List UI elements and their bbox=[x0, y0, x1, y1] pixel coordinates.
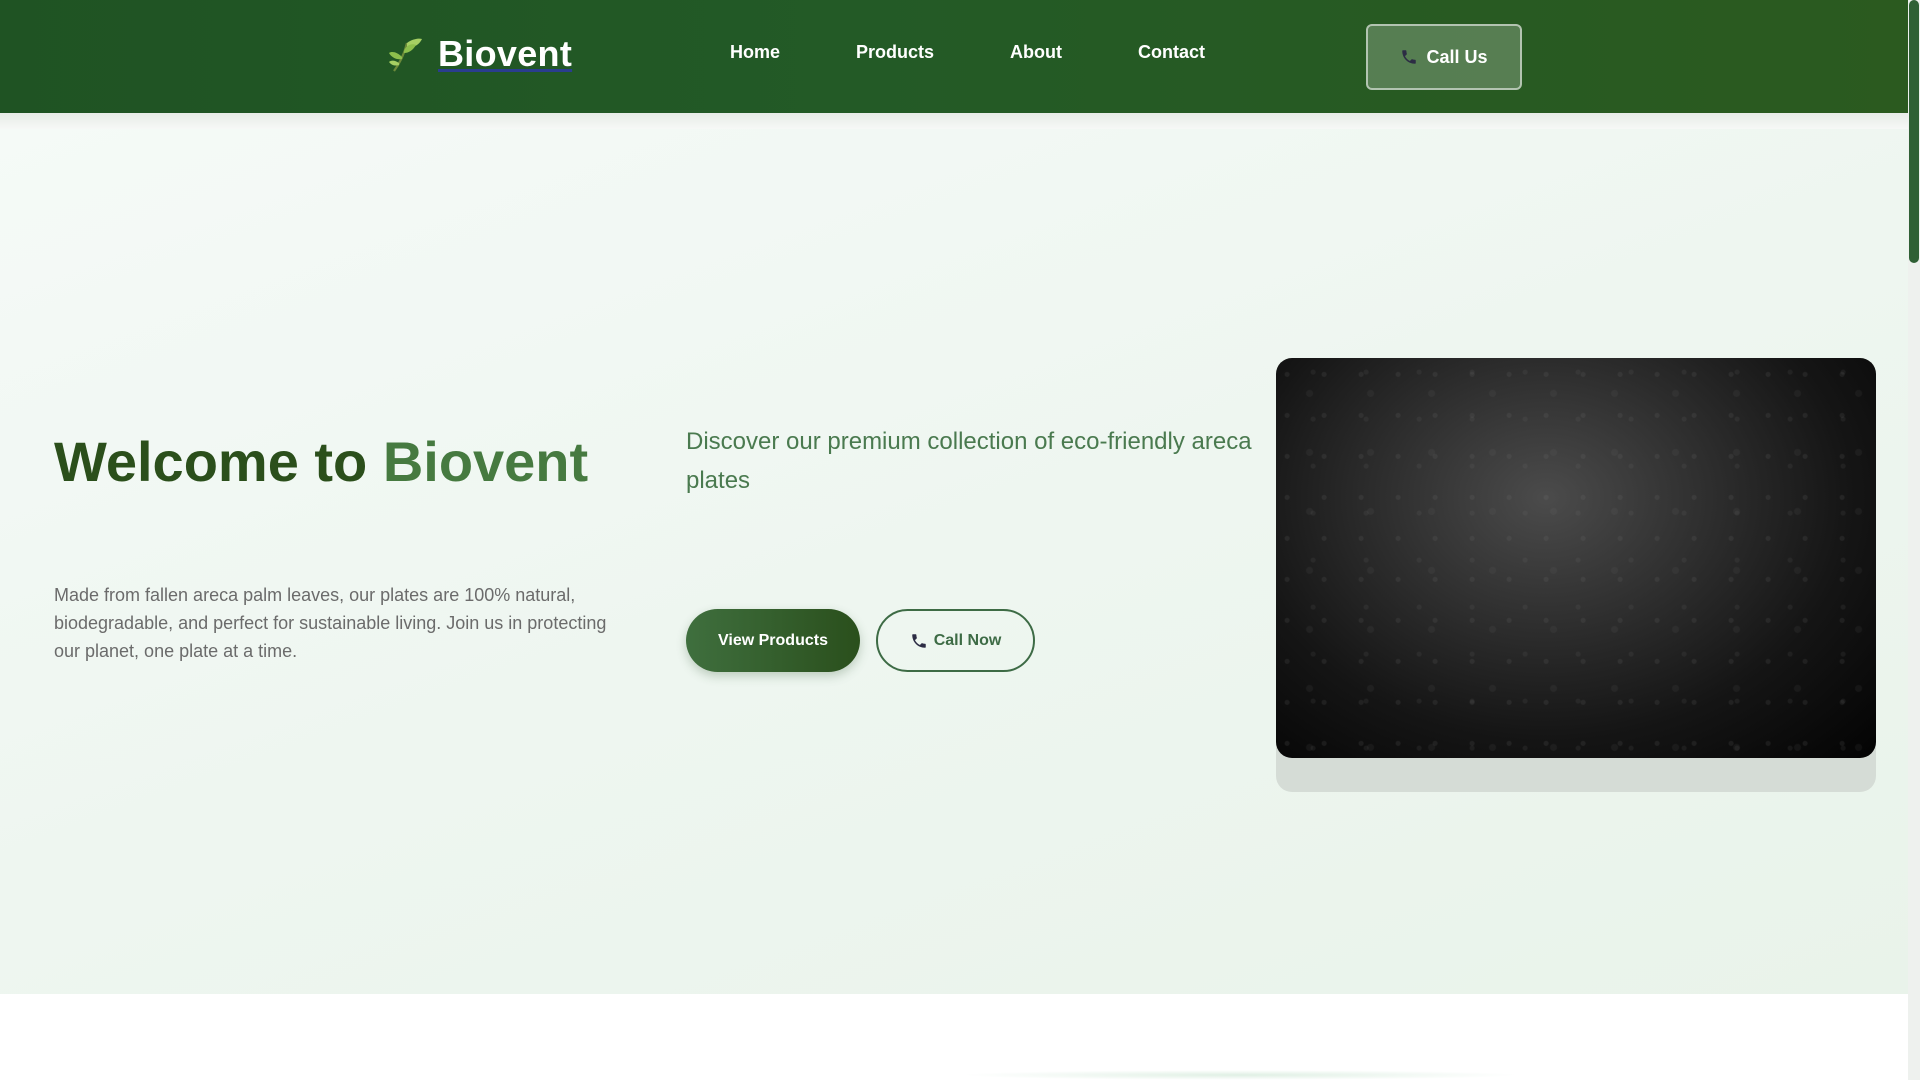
call-now-label: Call Now bbox=[933, 631, 1002, 649]
phone-icon bbox=[1402, 50, 1417, 64]
brand-name: Biovent bbox=[438, 33, 573, 74]
call-us-label: Call Us bbox=[1426, 46, 1488, 67]
next-section-glow bbox=[960, 1070, 1520, 1080]
call-now-button[interactable]: Call Now bbox=[876, 609, 1035, 672]
view-products-button[interactable]: View Products bbox=[686, 609, 860, 672]
next-section bbox=[0, 994, 1908, 1080]
nav-link-home[interactable]: Home bbox=[730, 42, 780, 63]
nav-link-about[interactable]: About bbox=[1010, 42, 1062, 63]
main-nav: Home Products About Contact bbox=[730, 42, 1205, 63]
leaf-icon bbox=[389, 38, 422, 72]
page: Biovent Home Products About Contact Call… bbox=[0, 0, 1920, 1080]
hero-title: Welcome to Biovent bbox=[54, 429, 588, 494]
hero-title-prefix: Welcome to bbox=[54, 430, 383, 493]
nav-link-contact[interactable]: Contact bbox=[1138, 42, 1205, 63]
hero-section: Welcome to Biovent Made from fallen arec… bbox=[0, 129, 1908, 994]
header-divider bbox=[0, 113, 1908, 129]
phone-icon bbox=[911, 633, 926, 648]
hero-subtitle: Discover our premium collection of eco-f… bbox=[686, 428, 1252, 494]
scrollbar-thumb[interactable] bbox=[1909, 0, 1919, 263]
hero-description: Made from fallen areca palm leaves, our … bbox=[54, 585, 607, 661]
nav-link-products[interactable]: Products bbox=[856, 42, 934, 63]
navbar: Biovent Home Products About Contact Call… bbox=[0, 0, 1908, 113]
hero-title-accent: Biovent bbox=[382, 430, 589, 493]
call-us-button[interactable]: Call Us bbox=[1366, 24, 1522, 90]
brand-logo-link[interactable]: Biovent bbox=[386, 33, 573, 74]
hero-media bbox=[1276, 358, 1876, 758]
